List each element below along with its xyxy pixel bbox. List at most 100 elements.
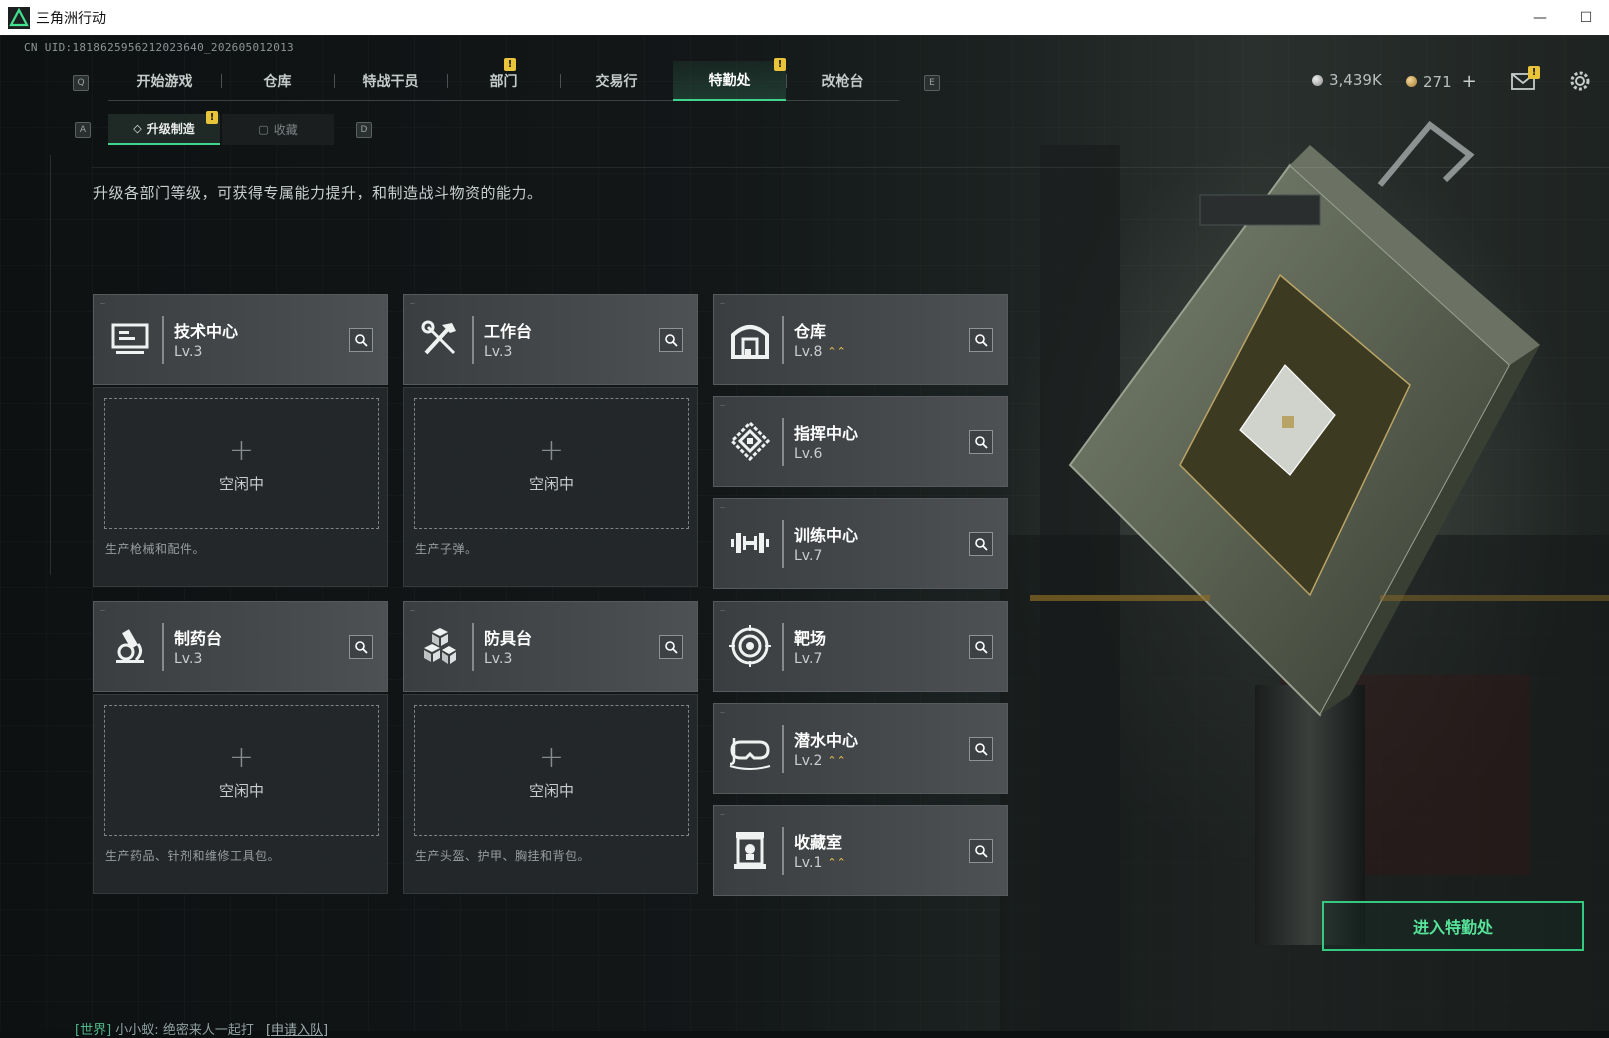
department-card-warehouse[interactable]: — 仓库 Lv.8 ⌃⌃ — [713, 294, 1008, 385]
search-icon — [975, 743, 988, 756]
department-card-training-center[interactable]: — 训练中心 Lv.7 — [713, 498, 1008, 589]
production-slot[interactable]: + 空闲中 — [104, 705, 379, 836]
production-slot[interactable]: + 空闲中 — [414, 398, 689, 529]
workshop-level: Lv.3 — [174, 344, 203, 360]
department-name: 训练中心 — [794, 526, 859, 545]
tab-gunsmith[interactable]: 改枪台 — [786, 61, 899, 101]
workshop-card-armor[interactable]: — 防具台 Lv.3 — [403, 601, 698, 692]
page-description: 升级各部门等级，可获得专属能力提升，和制造战斗物资的能力。 — [93, 184, 543, 202]
search-icon — [975, 641, 988, 654]
production-description: 生产子弹。 — [415, 542, 478, 556]
key-hint-d: D — [356, 122, 372, 138]
inspect-button[interactable] — [969, 839, 993, 863]
workshop-name: 制药台 — [174, 629, 223, 648]
inspect-button[interactable] — [349, 328, 373, 352]
mail-badge: ! — [1528, 66, 1540, 79]
enter-special-ops-button[interactable]: 进入特勤处 — [1322, 901, 1584, 951]
upgrade-icon: ◇ — [133, 122, 142, 135]
minimize-button[interactable]: — — [1517, 0, 1563, 35]
tab-special-ops[interactable]: 特勤处 ! — [673, 58, 786, 101]
department-level: Lv.7 — [794, 651, 823, 667]
upgrade-available-icon: ⌃⌃ — [827, 345, 846, 358]
department-name: 潜水中心 — [794, 731, 859, 750]
department-name: 收藏室 — [794, 833, 843, 852]
tab-warehouse[interactable]: 仓库 — [221, 61, 334, 101]
tab-operators[interactable]: 特战干员 — [334, 61, 447, 101]
workshop-card-workbench[interactable]: — 工作台 Lv.3 — [403, 294, 698, 385]
tools-icon — [421, 320, 456, 355]
diving-mask-icon — [729, 738, 771, 770]
decorative-frame-line — [50, 155, 51, 575]
gear-icon[interactable] — [1567, 68, 1593, 94]
player-uid: CN UID:1818625956212023640_202605012013 — [24, 41, 294, 54]
inspect-button[interactable] — [969, 532, 993, 556]
inspect-button[interactable] — [969, 635, 993, 659]
inspect-button[interactable] — [659, 328, 683, 352]
production-panel-workbench: + 空闲中 生产子弹。 — [403, 387, 698, 587]
upgrade-available-icon: ⌃⌃ — [827, 754, 846, 767]
search-icon — [975, 538, 988, 551]
add-production-icon: + — [538, 433, 565, 468]
monitor-icon — [111, 323, 149, 354]
notification-badge: ! — [774, 58, 786, 71]
game-viewport: CN UID:1818625956212023640_202605012013 … — [0, 35, 1609, 1038]
add-currency-button[interactable]: + — [1462, 71, 1477, 92]
workshop-name: 防具台 — [484, 629, 533, 648]
inspect-button[interactable] — [969, 328, 993, 352]
department-name: 靶场 — [794, 629, 827, 648]
department-card-collection-room[interactable]: — 收藏室 Lv.1 ⌃⌃ — [713, 805, 1008, 896]
command-chip-icon — [729, 420, 771, 462]
add-production-icon: + — [538, 740, 565, 775]
workshop-level: Lv.3 — [484, 344, 513, 360]
department-level: Lv.1 ⌃⌃ — [794, 855, 846, 871]
silver-amount: 3,439K — [1329, 71, 1382, 89]
window-title: 三角洲行动 — [36, 10, 106, 27]
production-slot[interactable]: + 空闲中 — [104, 398, 379, 529]
inspect-button[interactable] — [969, 430, 993, 454]
tab-trade[interactable]: 交易行 — [560, 61, 673, 101]
search-icon — [355, 334, 368, 347]
production-slot[interactable]: + 空闲中 — [414, 705, 689, 836]
workshop-name: 工作台 — [484, 322, 533, 341]
search-icon — [975, 436, 988, 449]
department-name: 仓库 — [794, 322, 827, 341]
dumbbell-icon — [731, 533, 769, 553]
production-panel-armor: + 空闲中 生产头盔、护甲、胸挂和背包。 — [403, 694, 698, 894]
collection-icon: ▢ — [258, 123, 269, 136]
search-icon — [355, 641, 368, 654]
special-ops-cube-illustration — [1000, 120, 1609, 1031]
department-card-diving-center[interactable]: — 潜水中心 Lv.2 ⌃⌃ — [713, 703, 1008, 794]
notification-badge: ! — [206, 111, 218, 124]
department-card-shooting-range[interactable]: — 靶场 Lv.7 — [713, 601, 1008, 692]
tab-collection[interactable]: ▢ 收藏 — [222, 114, 334, 145]
sub-nav-tabs: ◇ 升级制造 ! ▢ 收藏 — [108, 111, 336, 145]
key-hint-a: A — [75, 122, 91, 138]
upgrade-available-icon: ⌃⌃ — [827, 856, 846, 869]
maximize-button[interactable]: ☐ — [1563, 0, 1609, 35]
tab-start-game[interactable]: 开始游戏 — [108, 61, 221, 101]
department-card-command-center[interactable]: — 指挥中心 Lv.6 — [713, 396, 1008, 487]
microscope-icon — [116, 629, 144, 663]
inspect-button[interactable] — [969, 737, 993, 761]
tab-upgrade-craft[interactable]: ◇ 升级制造 ! — [108, 111, 220, 145]
inspect-button[interactable] — [659, 635, 683, 659]
department-level: Lv.2 ⌃⌃ — [794, 753, 846, 769]
armor-blocks-icon — [424, 628, 456, 664]
add-production-icon: + — [228, 740, 255, 775]
gold-currency: 271 + — [1406, 71, 1477, 92]
department-level: Lv.8 ⌃⌃ — [794, 344, 846, 360]
notification-badge: ! — [504, 58, 516, 71]
gold-coin-icon — [1406, 76, 1417, 87]
department-name: 指挥中心 — [794, 424, 859, 443]
warehouse-icon — [731, 325, 769, 359]
workshop-level: Lv.3 — [174, 651, 203, 667]
top-nav-tabs: 开始游戏 仓库 特战干员 部门 ! 交易行 特勤处 ! 改枪台 — [108, 58, 899, 103]
inspect-button[interactable] — [349, 635, 373, 659]
divider — [92, 167, 1609, 168]
silver-currency: 3,439K — [1312, 71, 1382, 89]
tab-department[interactable]: 部门 ! — [447, 58, 560, 101]
workshop-card-tech-center[interactable]: — 技术中心 Lv.3 — [93, 294, 388, 385]
workshop-card-pharmacy[interactable]: — 制药台 Lv.3 — [93, 601, 388, 692]
search-icon — [665, 334, 678, 347]
workshop-name: 技术中心 — [174, 322, 239, 341]
